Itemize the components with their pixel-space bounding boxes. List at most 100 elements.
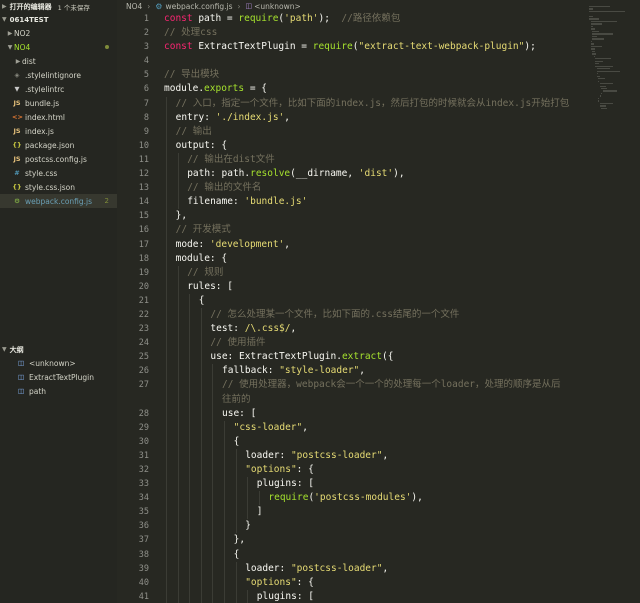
tree-item-label: bundle.js (25, 98, 60, 108)
tree-item-label: index.html (25, 112, 65, 122)
code-line[interactable]: 17 mode: 'development', (117, 237, 640, 252)
chevron-right-icon[interactable]: ▶ (6, 30, 14, 37)
code-line[interactable]: 11 // 输出在dist文件 (117, 152, 640, 168)
code-line[interactable]: 13 // 输出的文件名 (117, 181, 640, 196)
tree-item-label: NO4 (14, 42, 31, 52)
indent-guide (166, 505, 167, 520)
indent-guide (212, 463, 214, 478)
tree-item[interactable]: ▶ dist (0, 54, 117, 68)
code-line[interactable]: 39 loader: "postcss-loader", (117, 561, 640, 576)
code-text: require('postcss-modules'), (268, 491, 422, 505)
code-line[interactable]: 38 { (117, 547, 640, 562)
code-line[interactable]: 36} (117, 519, 640, 534)
code-line[interactable]: 21 { (117, 293, 640, 308)
code-line[interactable]: 往前的 (117, 392, 640, 407)
code-line[interactable]: 28 use: [ (117, 406, 640, 421)
tree-item[interactable]: ▼ NO4 (0, 40, 117, 54)
minimap-line (598, 80, 599, 82)
tree-item[interactable]: # style.css (0, 166, 117, 180)
tree-item-label: NO2 (14, 28, 31, 38)
code-line[interactable]: 8 entry: './index.js', (117, 110, 640, 125)
breadcrumb-symbol[interactable]: <unknown> (254, 2, 301, 11)
project-header[interactable]: ▼ 0614TEST (0, 13, 48, 26)
code-line[interactable]: 27 // 使用处理器，webpack会一个一个的处理每一个loader，处理的顺… (117, 378, 640, 393)
tree-item[interactable]: ▼ .stylelintrc (0, 82, 117, 96)
code-line[interactable]: 31 loader: "postcss-loader", (117, 448, 640, 463)
outline-item[interactable]: ◫ path (0, 384, 117, 398)
code-line[interactable]: 15}, (117, 209, 640, 224)
code-line[interactable]: 20 rules: [ (117, 279, 640, 294)
outline-item-label: path (29, 386, 47, 396)
line-number: 41 (138, 591, 149, 602)
code-line[interactable]: 32 "options": { (117, 463, 640, 478)
tree-item[interactable]: ◈ .stylelintignore (0, 68, 117, 82)
code-line[interactable]: 12 path: path.resolve(__dirname, 'dist'), (117, 167, 640, 182)
code-line[interactable]: 30 { (117, 434, 640, 449)
code-line[interactable]: 14 filename: 'bundle.js' (117, 195, 640, 210)
code-text: // 使用插件 (210, 336, 265, 350)
indent-guide (166, 561, 167, 576)
code-line[interactable]: 26 fallback: "style-loader", (117, 364, 640, 379)
minimap-line (596, 68, 611, 70)
code-line[interactable]: 23 test: /\.css$/, (117, 322, 640, 337)
indent-guide (212, 547, 214, 562)
open-editors-header[interactable]: ▶ 打开的编辑器 1 个未保存 (0, 0, 90, 13)
indent-guide (212, 392, 214, 407)
tree-item[interactable]: JS bundle.js (0, 96, 117, 110)
minimap[interactable] (589, 6, 633, 110)
code-line[interactable]: 3 const ExtractTextPlugin = require("extr… (117, 40, 640, 54)
tree-item[interactable]: JS postcss.config.js (0, 152, 117, 166)
code-line[interactable]: 25 use: ExtractTextPlugin.extract({ (117, 350, 640, 365)
code-line[interactable]: 22 // 怎么处理某一个文件，比如下面的.css结尾的一个文件 (117, 307, 640, 323)
code-token: }, (233, 534, 246, 546)
tree-item[interactable]: JS index.js (0, 124, 117, 138)
minimap-line (592, 30, 599, 33)
code-line[interactable]: 16 // 开发模式 (117, 223, 640, 238)
code-line[interactable]: 4 (117, 54, 640, 68)
code-line[interactable]: 18 module: { (117, 251, 640, 266)
code-line[interactable]: 40 "options": { (117, 575, 640, 590)
tree-item[interactable]: ▶ NO2 (0, 26, 117, 40)
outline-item[interactable]: ◫ ExtractTextPlugin (0, 370, 117, 384)
code-text: 往前的 (222, 393, 251, 407)
breadcrumb-file[interactable]: webpack.config.js (165, 2, 232, 11)
indent-guide (177, 336, 179, 351)
code-token: fallback: (222, 365, 280, 377)
code-text: "options": { (245, 576, 314, 590)
code-editor[interactable]: NO4 › ⚙ webpack.config.js › ◫ <unknown> … (117, 0, 640, 603)
code-line[interactable]: 19 // 规则 (117, 265, 640, 280)
code-line[interactable]: 7 // 入口，指定一个文件，比如下面的index.js，然后打包的时候就会从in… (117, 96, 640, 111)
indent-guide (189, 307, 191, 323)
outline-header[interactable]: ▼ 大纲 (0, 343, 24, 356)
code-line[interactable]: 5 // 导出模块 (117, 68, 640, 82)
code-line[interactable]: 35] (117, 505, 640, 520)
indent-guide (166, 195, 167, 210)
code-lines[interactable]: 1 const path = require('path'); //路径依赖包 2 /… (117, 12, 640, 603)
indent-guide (247, 505, 249, 520)
breadcrumb-folder[interactable]: NO4 (126, 2, 142, 11)
code-line[interactable]: 6 module.exports = { (117, 82, 640, 96)
code-line[interactable]: 37}, (117, 533, 640, 548)
code-token: // 输出 (175, 125, 212, 137)
tree-item[interactable]: {} style.css.json (0, 180, 117, 194)
code-line[interactable]: 29 "css-loader", (117, 420, 640, 435)
code-text: use: [ (222, 407, 256, 421)
code-line[interactable]: 10 output: { (117, 138, 640, 153)
outline-item[interactable]: ◫ <unknown> (0, 356, 117, 370)
code-line[interactable]: 2 // 处理css (117, 26, 640, 40)
tree-item[interactable]: ⚙ webpack.config.js 2 (0, 194, 117, 208)
chevron-right-icon: ▶ (2, 3, 7, 10)
tree-item-label: dist (22, 56, 36, 66)
tree-item[interactable]: <> index.html (0, 110, 117, 124)
code-token: ); (524, 41, 536, 53)
code-line[interactable]: 9 // 输出 (117, 124, 640, 139)
code-line[interactable]: 1 const path = require('path'); //路径依赖包 (117, 12, 640, 26)
chevron-down-icon[interactable]: ▼ (6, 44, 14, 51)
chevron-right-icon[interactable]: ▶ (14, 58, 22, 65)
code-line[interactable]: 34 require('postcss-modules'), (117, 491, 640, 506)
code-line[interactable]: 41 plugins: [ (117, 589, 640, 603)
tree-item[interactable]: {} package.json (0, 138, 117, 152)
code-line[interactable]: 33 plugins: [ (117, 477, 640, 492)
code-line[interactable]: 24 // 使用插件 (117, 336, 640, 351)
line-number: 23 (138, 324, 149, 335)
